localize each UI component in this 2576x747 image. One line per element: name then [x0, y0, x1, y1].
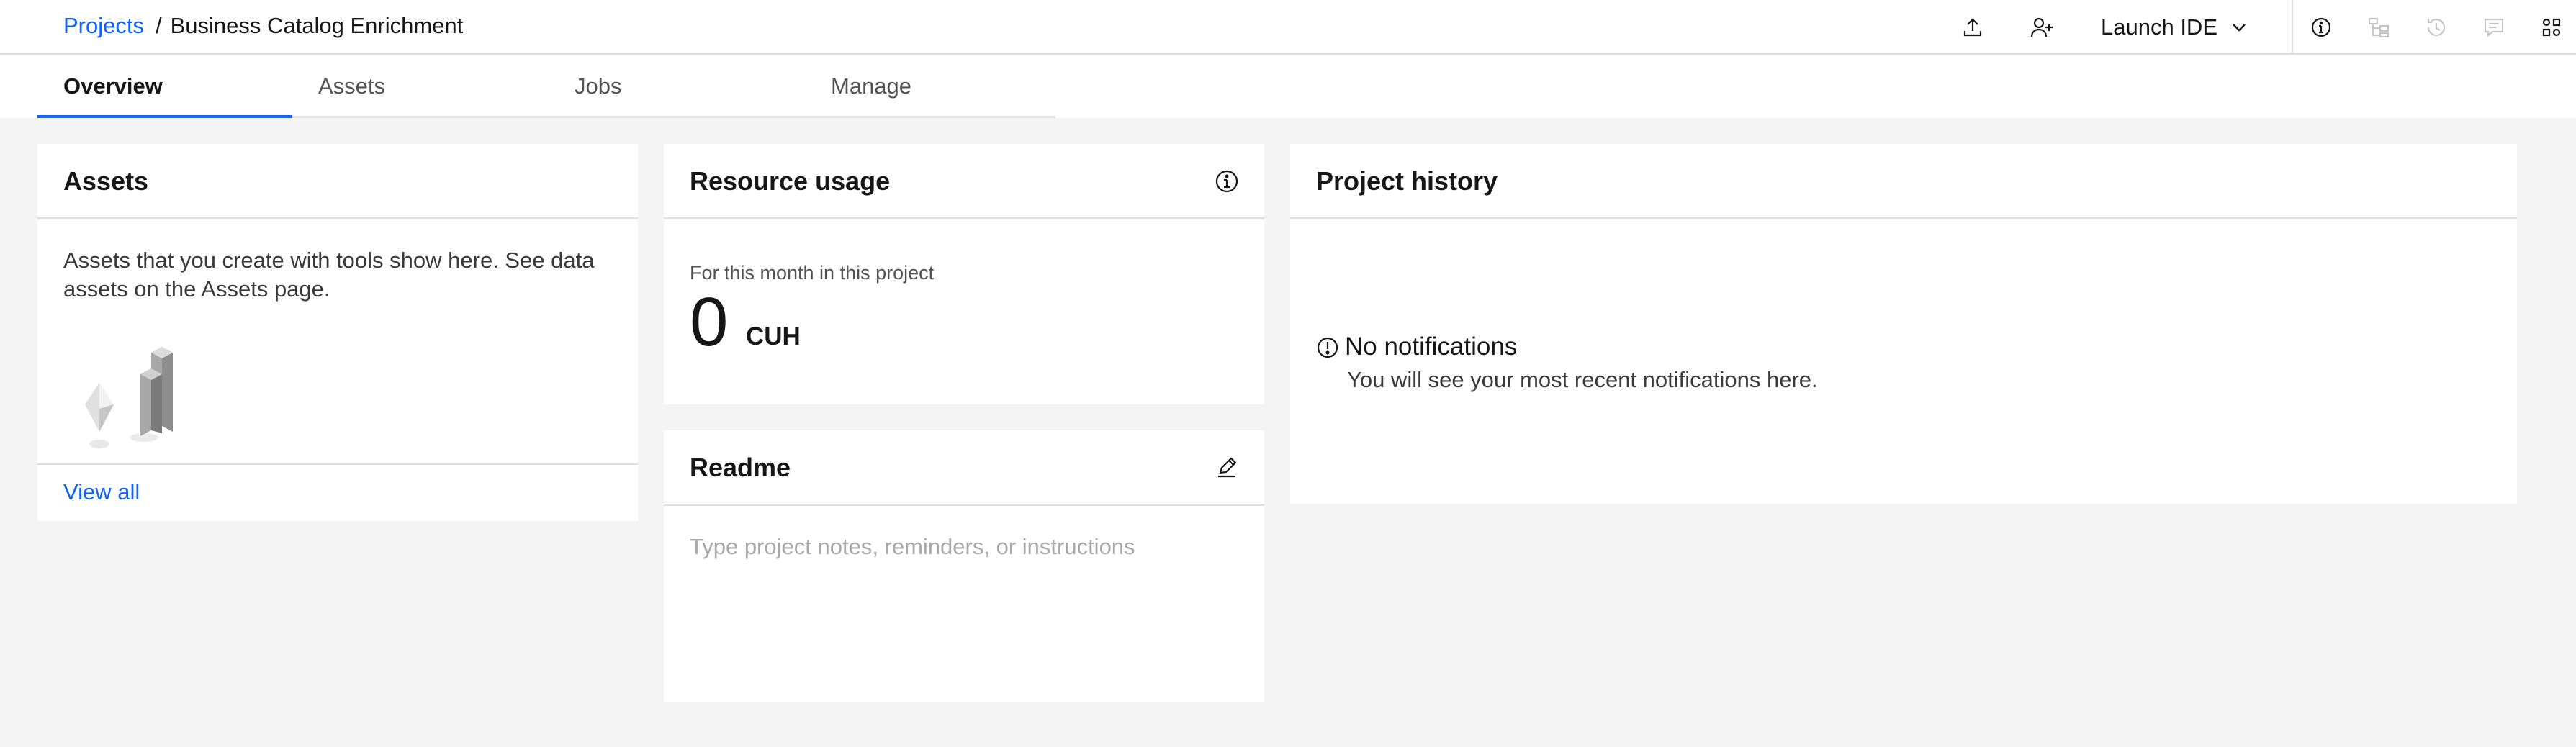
- empty-assets-illustration: [85, 347, 173, 448]
- launch-ide-dropdown[interactable]: Launch IDE: [2101, 13, 2248, 42]
- breadcrumb-projects-link[interactable]: Projects: [63, 13, 144, 38]
- readme-title: Readme: [690, 453, 791, 482]
- top-bar: Projects / Business Catalog Enrichment Lau…: [0, 0, 2576, 55]
- apps-button[interactable]: [2534, 10, 2569, 45]
- launch-ide-label: Launch IDE: [2101, 14, 2217, 40]
- tab-overview[interactable]: Overview: [37, 55, 292, 118]
- info-button[interactable]: [2304, 10, 2338, 45]
- page-title: Business Catalog Enrichment: [170, 13, 464, 38]
- resource-usage-card: Resource usage For this month in this pr…: [664, 144, 1264, 404]
- history-button[interactable]: [2419, 10, 2454, 45]
- upload-button[interactable]: [1955, 10, 1990, 45]
- warning-circle-icon: [1317, 337, 1338, 358]
- comments-button[interactable]: [2477, 10, 2511, 45]
- lineage-button[interactable]: [2361, 10, 2396, 45]
- assets-card: Assets Assets that you create with tools…: [37, 144, 638, 521]
- view-all-link[interactable]: View all: [63, 478, 140, 507]
- resource-usage-title: Resource usage: [690, 166, 891, 196]
- tab-jobs[interactable]: Jobs: [549, 55, 805, 118]
- info-icon[interactable]: [1214, 168, 1240, 194]
- assets-description: Assets that you create with tools show h…: [63, 248, 595, 302]
- edit-icon[interactable]: [1214, 455, 1240, 481]
- add-collaborator-icon: [2030, 17, 2053, 37]
- view-all-row: View all: [37, 463, 638, 521]
- resource-usage-unit: CUH: [746, 322, 801, 350]
- assets-card-header: Assets: [37, 144, 638, 219]
- readme-input[interactable]: Type project notes, reminders, or instru…: [690, 533, 1135, 561]
- apps-icon: [2542, 18, 2561, 37]
- lineage-icon: [2368, 17, 2390, 38]
- add-collaborator-button[interactable]: [2025, 10, 2059, 45]
- comment-icon: [2484, 18, 2504, 37]
- tab-assets[interactable]: Assets: [292, 55, 549, 118]
- upload-icon: [1963, 18, 1982, 37]
- history-icon: [2427, 18, 2446, 37]
- readme-header: Readme: [664, 430, 1264, 506]
- project-history-title: Project history: [1316, 166, 1498, 196]
- tab-bar: Overview Assets Jobs Manage: [0, 55, 2576, 118]
- toolbar-divider: [2292, 0, 2293, 55]
- resource-usage-subtitle: For this month in this project: [690, 262, 935, 284]
- breadcrumb: Projects / Business Catalog Enrichment: [63, 12, 463, 40]
- empty-notifications-title: No notifications: [1345, 332, 1518, 361]
- resource-usage-value: 0: [690, 284, 729, 361]
- tab-manage[interactable]: Manage: [805, 55, 1055, 118]
- chevron-down-icon: [2233, 24, 2246, 32]
- project-history-card: Project history: [1290, 144, 2517, 504]
- info-icon: [2311, 17, 2331, 37]
- assets-card-title: Assets: [63, 166, 149, 196]
- breadcrumb-separator: /: [155, 13, 162, 38]
- empty-notifications-text: You will see your most recent notificati…: [1347, 367, 1818, 392]
- project-history-header: Project history: [1290, 144, 2517, 219]
- readme-card: Readme Type project notes, reminders, or…: [664, 430, 1264, 702]
- resource-usage-header: Resource usage: [664, 144, 1264, 219]
